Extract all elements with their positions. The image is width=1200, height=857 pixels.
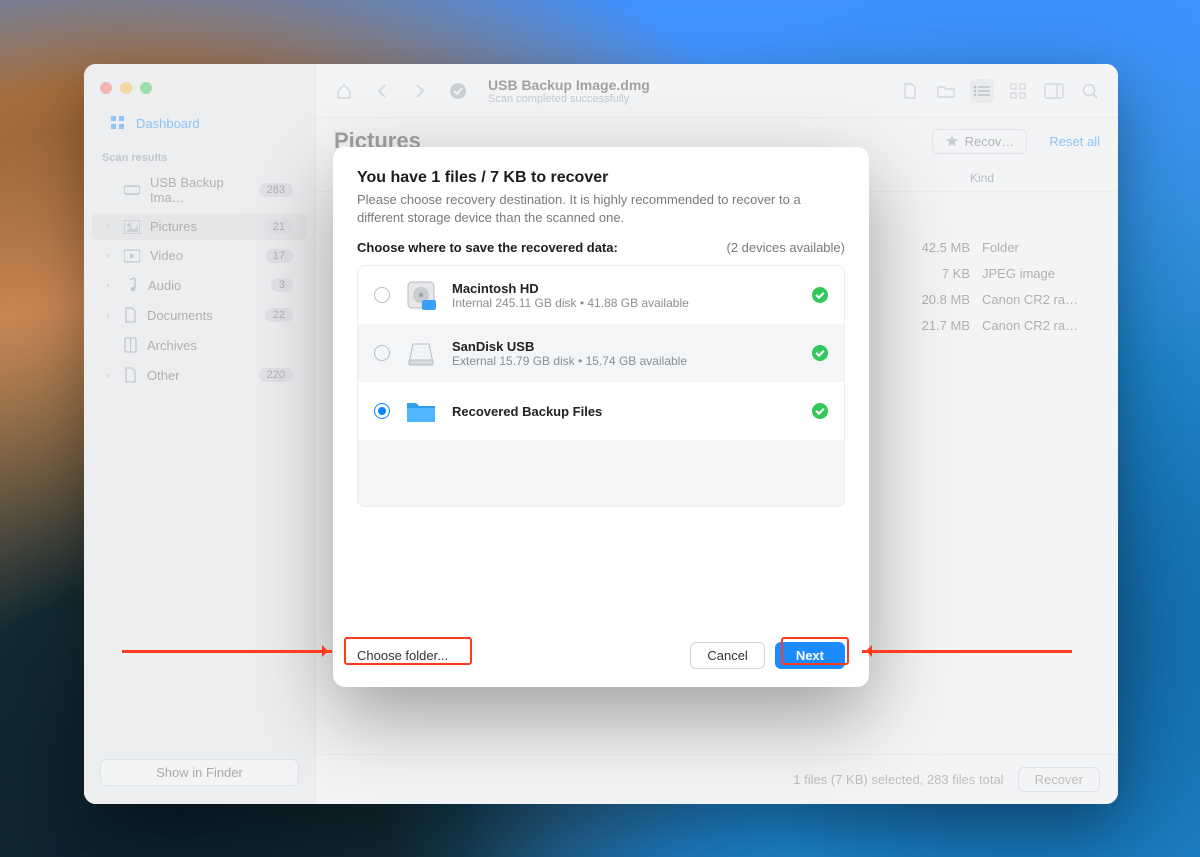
recovery-destination-modal: You have 1 files / 7 KB to recover Pleas… (333, 147, 869, 687)
destination-option-sandisk-usb[interactable]: SanDisk USB External 15.79 GB disk • 15.… (358, 324, 844, 382)
destination-extra-space (358, 440, 844, 506)
devices-note: (2 devices available) (726, 240, 845, 255)
cancel-button[interactable]: Cancel (690, 642, 764, 669)
next-button[interactable]: Next (775, 642, 845, 669)
ok-status-icon (812, 403, 828, 419)
destination-list: Macintosh HD Internal 245.11 GB disk • 4… (357, 265, 845, 507)
modal-description: Please choose recovery destination. It i… (357, 191, 845, 226)
destination-option-macintosh-hd[interactable]: Macintosh HD Internal 245.11 GB disk • 4… (358, 266, 844, 324)
destination-name: Macintosh HD (452, 281, 689, 296)
internal-disk-icon (404, 278, 438, 312)
modal-title: You have 1 files / 7 KB to recover (357, 169, 845, 187)
folder-icon (404, 394, 438, 428)
radio-icon[interactable] (374, 403, 390, 419)
choose-folder-link[interactable]: Choose folder... (357, 648, 448, 663)
ok-status-icon (812, 287, 828, 303)
choose-label: Choose where to save the recovered data: (357, 240, 618, 255)
radio-icon[interactable] (374, 287, 390, 303)
destination-option-recovered-folder[interactable]: Recovered Backup Files (358, 382, 844, 440)
arrow-to-choose-folder (122, 650, 332, 653)
radio-icon[interactable] (374, 345, 390, 361)
destination-meta: External 15.79 GB disk • 15.74 GB availa… (452, 354, 687, 368)
destination-meta: Internal 245.11 GB disk • 41.88 GB avail… (452, 296, 689, 310)
ok-status-icon (812, 345, 828, 361)
destination-name: SanDisk USB (452, 339, 687, 354)
arrow-to-next (862, 650, 1072, 653)
modal-footer: Choose folder... Cancel Next (357, 628, 845, 669)
external-disk-icon (404, 336, 438, 370)
destination-name: Recovered Backup Files (452, 404, 602, 419)
